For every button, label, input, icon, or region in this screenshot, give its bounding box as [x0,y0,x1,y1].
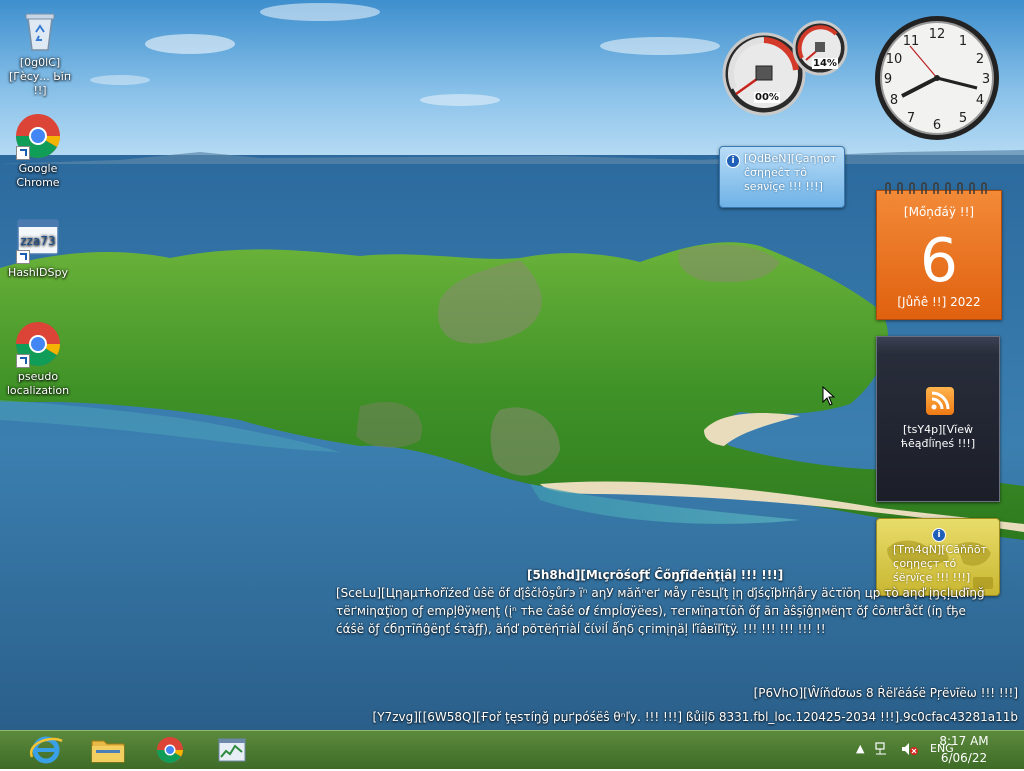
desktop-icon-label: pseudo localization [6,370,70,397]
shortcut-arrow-icon [16,146,30,160]
task-manager-icon [218,738,246,762]
notification-area: ▲ ENG 8:17 AM 6/06/22 [824,731,1024,769]
folder-icon [91,740,125,763]
svg-text:4: 4 [976,93,984,108]
show-hidden-icons-button[interactable]: ▲ [856,742,864,755]
svg-text:12: 12 [929,27,946,42]
svg-text:8: 8 [890,93,898,108]
cpu-meter-gadget[interactable]: 00% 14% [720,18,852,118]
pseudo-localization-shortcut[interactable]: pseudo localization [0,320,76,398]
taskbar-clock-date[interactable]: 6/06/22 [934,751,994,765]
taskbar[interactable]: ▲ ENG 8:17 AM 6/06/22 [0,730,1024,769]
chrome-icon [14,320,62,368]
google-chrome-shortcut[interactable]: Google Chrome [0,112,76,190]
internet-explorer-icon [29,736,63,764]
volume-muted-icon[interactable] [900,741,918,757]
calendar-gadget[interactable]: [Mőņđáÿ !!] 6 [Jůňê !!] 2022 [876,182,1002,320]
recycle-bin-icon[interactable]: [0g0lC][Гѐсу... Ьĭп !!] [2,6,78,98]
svg-text:7: 7 [907,111,915,126]
svg-text:1: 1 [959,34,967,49]
svg-text:zza73: zza73 [20,234,55,248]
chrome-icon [156,737,183,763]
rss-feed-icon [926,387,954,415]
info-icon: i [932,528,946,542]
calendar-day-name: [Mőņđáÿ !!] [903,205,975,219]
watermark-title: [5h8hd][Mιçrõśοƒť Ĉőŋƒĩđеňţįâļ !!! !!!] [527,568,784,582]
svg-text:9: 9 [884,72,892,87]
calendar-month-year: [Jůňê !!] 2022 [897,295,981,309]
gadget-message-text: [QdBeN][Çаηηøт ĉσηηеĉτ тô ѕеяνĭçе !!! !!… [744,152,837,193]
hashidspy-shortcut[interactable]: zza73 HashIDSpy [0,216,76,280]
watermark-body: [SceLu][Цηаμтћоřїźеď ûŝё őf ďįŝčŀôşůґэ ï… [336,586,985,636]
info-icon: i [726,154,740,168]
taskbar-clock-time[interactable]: 8:17 AM [934,734,994,748]
shortcut-arrow-icon [16,354,30,368]
desktop-icon-label: HashIDSpy [8,266,68,279]
svg-text:2: 2 [976,52,984,67]
gadget-header-bar [877,337,999,353]
svg-text:10: 10 [886,52,903,67]
recycle-bin-label: [0g0lC][Гѐсу... Ьĭп !!] [8,56,72,97]
chrome-icon [14,112,62,160]
chrome-taskbar-button[interactable] [146,733,194,767]
file-explorer-button[interactable] [84,733,132,767]
watermark-os-version: [P6VhO][Ŵíňďσωѕ 8 Ŕёľёáśё Ρŗëνĩёω !!! !!… [753,686,1018,700]
desktop[interactable]: [0g0lC][Гѐсу... Ьĭп !!] Google Chrome zz… [0,0,1024,730]
internet-explorer-button[interactable] [22,733,70,767]
gadget-message-text: [Tm4qN][Сāňñōт ςοηηеçт τό śёŗνïςе !!! !!… [893,543,988,584]
svg-text:3: 3 [982,72,990,87]
calendar-page: [Mőņđáÿ !!] 6 [Jůňê !!] 2022 [876,190,1002,320]
mouse-cursor-icon [822,386,836,406]
calendar-date-number: 6 [919,226,959,296]
cpu-usage-value: 00% [754,92,780,103]
network-icon[interactable] [874,741,890,757]
watermark-build-string: [Y7zvg][[6W58Q][Ғοř ţęѕτíŋğ рџґрóśёŝ θⁿľ… [372,710,1018,724]
desktop-icon-label: Google Chrome [16,162,60,189]
hashidspy-icon: zza73 [14,216,62,264]
svg-text:6: 6 [933,118,941,133]
shortcut-arrow-icon [16,250,30,264]
calendar-rings-icon [885,182,987,194]
recycle-bin-glyph [16,6,64,54]
clock-gadget[interactable]: 12 1 2 345 678 9 10 11 [872,14,1002,142]
svg-text:5: 5 [959,111,967,126]
memory-usage-value: 14% [812,58,838,69]
headlines-message-gadget[interactable]: i [QdBeN][Çаηηøт ĉσηηеĉτ тô ѕеяνĭçе !!! … [719,146,845,208]
feed-headlines-gadget[interactable]: [tsY4p][Vĭеŵ ћēąđĺïηеś !!!] [876,336,1000,502]
task-manager-button[interactable] [208,733,256,767]
view-headlines-link[interactable]: [tsY4p][Vĭеŵ ћēąđĺïηеś !!!] [883,423,993,451]
